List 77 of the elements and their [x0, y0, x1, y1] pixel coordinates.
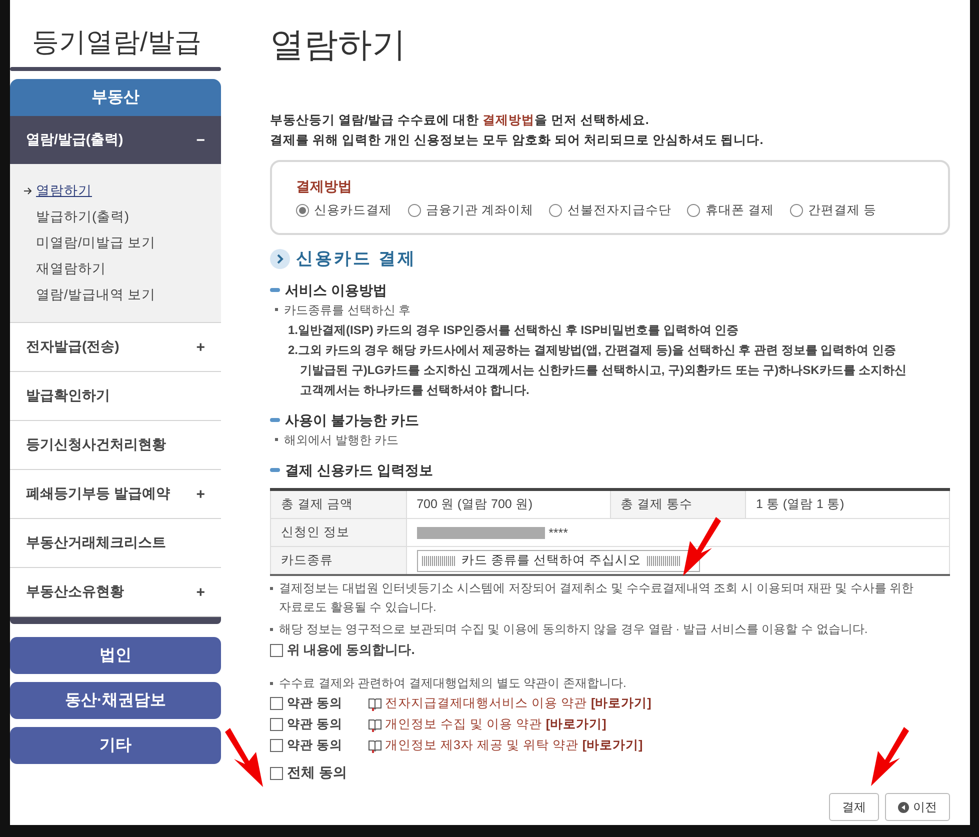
submenu-item[interactable]: 미열람/미발급 보기: [24, 230, 221, 256]
book-icon: [368, 696, 382, 710]
subheading: 사용이 불가능한 카드: [285, 411, 419, 430]
radio-button[interactable]: [296, 204, 309, 217]
notice-text: 수수료 결제와 관련하여 결제대행업체의 별도 약관이 존재합니다.: [279, 675, 626, 692]
checkbox[interactable]: [270, 697, 283, 710]
note-text: 기발급된 구)LG카드를 소지하신 고객께서는 신한카드를 선택하시고, 구)외환카드 또는 구)하나SK카드를 소지하신 고객께서는 하나카드를 선택하셔야 합니다.: [299, 362, 908, 399]
submenu-item[interactable]: 재열람하기: [24, 256, 221, 282]
checkbox-label: 위 내용에 동의합니다.: [287, 641, 415, 659]
bullet-text: 해외에서 발행한 카드: [284, 432, 399, 449]
terms-title: 전자지급결제대행서비스 이용 약관: [385, 695, 587, 712]
checkbox-label: 약관 동의: [287, 737, 342, 754]
radio-label: 신용카드결제: [314, 202, 392, 219]
section-title: 신용카드 결제: [296, 248, 417, 270]
intro-text: 부동산등기 열람/발급 수수료에 대한 결제방법을 먼저 선택하세요.: [270, 112, 650, 129]
arrow-icon: [868, 727, 910, 787]
checkbox-label: 약관 동의: [287, 716, 342, 733]
sidebar-item[interactable]: 폐쇄등기부등 발급예약 +: [10, 470, 221, 519]
subheading: 결제 신용카드 입력정보: [285, 461, 433, 480]
arrow-icon: [24, 187, 33, 195]
shortcut-link[interactable]: [바로가기]: [582, 737, 643, 754]
panel-title: 결제방법: [296, 177, 353, 196]
sidebar-item[interactable]: 부동산거래체크리스트: [10, 519, 221, 568]
shortcut-link[interactable]: [바로가기]: [590, 695, 652, 712]
radio-label: 선불전자지급수단: [567, 202, 672, 219]
radio-label: 휴대폰 결제: [705, 202, 774, 219]
sidebar-title: 등기열람/발급: [31, 26, 203, 59]
notice-text: 결제정보는 대법원 인터넷등기소 시스템에 저장되어 결제취소 및 수수료결제내역 조회 시 이용되며 재판 및 수사를 위한 자료로도 활용될 수 있습니다.: [279, 580, 915, 616]
checkbox-label: 전체 동의: [287, 764, 347, 782]
card-type-select[interactable]: 카드 종류를 선택하여 주십시오: [416, 550, 700, 572]
radio-label: 간편결제 등: [808, 202, 876, 219]
checkbox-label: 약관 동의: [287, 695, 342, 712]
table-cell: 1 통 (열람 1 통): [745, 490, 950, 518]
chevron-icon: [270, 248, 290, 268]
table-cell: 신청인 정보: [270, 518, 406, 546]
pay-button[interactable]: 결제: [829, 793, 879, 821]
radio-label: 금융기관 계좌이체: [426, 202, 534, 219]
book-icon: [368, 738, 382, 752]
arrow-icon: [680, 517, 722, 577]
section-button[interactable]: 기타: [10, 727, 221, 764]
submenu-item[interactable]: 열람하기: [24, 178, 221, 204]
subheading: 서비스 이용방법: [285, 281, 387, 300]
arrow-icon: [224, 728, 266, 788]
checkbox[interactable]: [270, 644, 283, 656]
section-button[interactable]: 법인: [10, 637, 221, 674]
section-button[interactable]: 동산·채권담보: [10, 682, 221, 719]
submenu-item[interactable]: 열람/발급내역 보기: [24, 282, 221, 308]
step-text: 2.그외 카드의 경우 해당 카드사에서 제공하는 결제방법(앱, 간편결제 등)을 선택하신 후 관련 정보를 입력하여 인증: [287, 342, 898, 359]
table-cell: 700 원 (열람 700 원): [406, 490, 610, 518]
intro-text: 결제를 위해 입력한 개인 신용정보는 모두 암호화 되어 처리되므로 안심하셔도 됩니다.: [270, 132, 764, 149]
terms-title: 개인정보 수집 및 이용 약관: [385, 716, 542, 733]
radio-button[interactable]: [790, 204, 803, 217]
book-icon: [368, 718, 382, 732]
checkbox[interactable]: [270, 739, 283, 752]
submenu-item[interactable]: 발급하기(출력): [24, 204, 221, 230]
back-button[interactable]: 이전: [885, 793, 950, 821]
table-cell: 총 결제 통수: [610, 490, 746, 518]
masked-text: ****: [548, 526, 568, 540]
step-text: 1.일반결제(ISP) 카드의 경우 ISP인증서를 선택하신 후 ISP비밀번호를 입력하여 인증: [287, 322, 740, 339]
bullet-text: 카드종류를 선택하신 후: [284, 302, 411, 319]
sidebar-item[interactable]: 등기신청사건처리현황: [10, 421, 221, 470]
notice-text: 해당 정보는 영구적으로 보관되며 수집 및 이용에 동의하지 않을 경우 열람 · 발급 서비스를 이용할 수 없습니다.: [279, 621, 868, 638]
radio-button[interactable]: [687, 204, 700, 217]
sidebar-item[interactable]: 열람/발급(출력) −: [10, 116, 221, 164]
sidebar-item[interactable]: 발급확인하기: [10, 372, 221, 421]
section-header[interactable]: 부동산: [10, 79, 221, 116]
page-title: 열람하기: [270, 25, 407, 66]
checkbox[interactable]: [270, 766, 283, 780]
radio-button[interactable]: [408, 204, 421, 217]
sidebar-item[interactable]: 전자발급(전송) +: [10, 323, 221, 372]
back-icon: [898, 802, 909, 812]
terms-title: 개인정보 제3자 제공 및 위탁 약관: [385, 737, 578, 754]
shortcut-link[interactable]: [바로가기]: [546, 716, 606, 733]
checkbox[interactable]: [270, 718, 283, 731]
radio-button[interactable]: [549, 204, 562, 217]
table-cell: 카드종류: [270, 546, 406, 575]
table-cell: 총 결제 금액: [270, 490, 406, 518]
